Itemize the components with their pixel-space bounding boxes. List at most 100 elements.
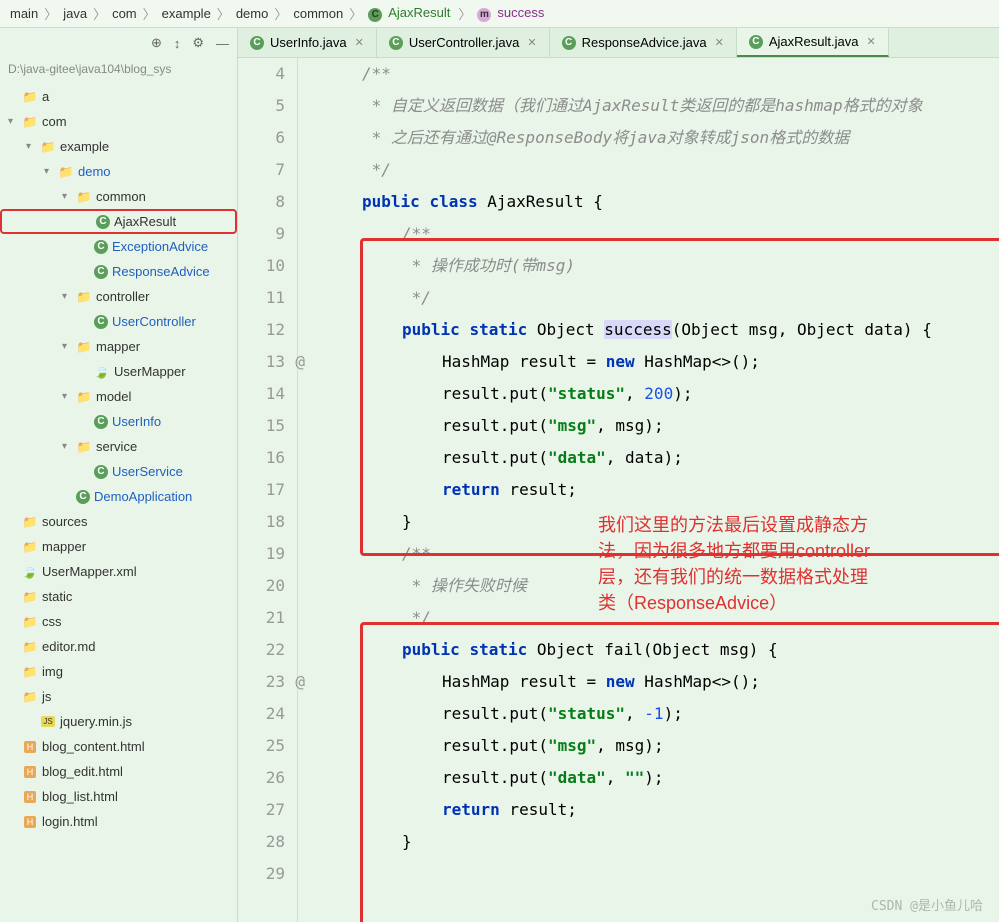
tree-label: blog_list.html <box>42 789 118 804</box>
tree-item-demo[interactable]: ▾demo <box>0 159 237 184</box>
tree-item-usermapper-xml[interactable]: UserMapper.xml <box>0 559 237 584</box>
tree-label: UserMapper.xml <box>42 564 137 579</box>
line-number: 5 <box>238 90 285 122</box>
chevron-icon[interactable]: ▾ <box>62 191 76 202</box>
code-editor[interactable]: 45678910111213@14151617181920212223@2425… <box>238 58 999 922</box>
breadcrumb-item[interactable]: demo <box>234 6 271 21</box>
tree-label: ResponseAdvice <box>112 264 210 279</box>
line-number: 6 <box>238 122 285 154</box>
tree-item-ajaxresult[interactable]: AjaxResult <box>0 209 237 234</box>
target-icon[interactable]: ⊕ <box>151 35 162 51</box>
close-icon[interactable]: ✕ <box>527 36 536 49</box>
line-number: 16 <box>238 442 285 474</box>
tab-ajaxresult[interactable]: CAjaxResult.java✕ <box>737 28 889 57</box>
html-icon <box>22 764 38 780</box>
tree-item-userinfo[interactable]: UserInfo <box>0 409 237 434</box>
line-number: 9 <box>238 218 285 250</box>
tree-item-userservice[interactable]: UserService <box>0 459 237 484</box>
tree-item-static[interactable]: static <box>0 584 237 609</box>
chevron-icon[interactable]: ▾ <box>62 391 76 402</box>
tree-item-common[interactable]: ▾common <box>0 184 237 209</box>
tree-label: UserMapper <box>114 364 186 379</box>
breadcrumb-method[interactable]: msuccess <box>475 5 548 22</box>
tree-item-css[interactable]: css <box>0 609 237 634</box>
tree-item-usermapper[interactable]: UserMapper <box>0 359 237 384</box>
line-number: 25 <box>238 730 285 762</box>
close-icon[interactable]: ✕ <box>715 36 724 49</box>
breadcrumb-class[interactable]: CAjaxResult <box>366 5 454 22</box>
class-icon <box>94 240 108 254</box>
chevron-icon[interactable]: ▾ <box>62 291 76 302</box>
tree-item-service[interactable]: ▾service <box>0 434 237 459</box>
tree-item-mapper[interactable]: mapper <box>0 534 237 559</box>
tree-item-controller[interactable]: ▾controller <box>0 284 237 309</box>
tree-item-model[interactable]: ▾model <box>0 384 237 409</box>
breadcrumb-item[interactable]: com <box>110 6 139 21</box>
tree-item-responseadvice[interactable]: ResponseAdvice <box>0 259 237 284</box>
tree-item-demoapplication[interactable]: DemoApplication <box>0 484 237 509</box>
bean-icon <box>22 564 38 580</box>
close-icon[interactable]: ✕ <box>866 35 875 48</box>
sort-icon[interactable]: ↕ <box>174 36 181 51</box>
tab-userinfo[interactable]: CUserInfo.java✕ <box>238 28 377 57</box>
class-icon: C <box>562 36 576 50</box>
breadcrumb-item[interactable]: common <box>291 6 345 21</box>
tree-label: blog_content.html <box>42 739 145 754</box>
tree-item-com[interactable]: ▾com <box>0 109 237 134</box>
code-content[interactable]: /** * 自定义返回数据（我们通过AjaxResult类返回的都是hashma… <box>298 58 999 922</box>
tree-item-example[interactable]: ▾example <box>0 134 237 159</box>
tree-item-jquery-min-js[interactable]: jquery.min.js <box>0 709 237 734</box>
html-icon <box>22 814 38 830</box>
folder-icon <box>76 339 92 355</box>
folder-icon <box>76 389 92 405</box>
folder-icon <box>22 589 38 605</box>
tree-label: sources <box>42 514 88 529</box>
tree-label: UserService <box>112 464 183 479</box>
chevron-icon[interactable]: ▾ <box>44 166 58 177</box>
line-number: 11 <box>238 282 285 314</box>
line-number: 28 <box>238 826 285 858</box>
tree-item-usercontroller[interactable]: UserController <box>0 309 237 334</box>
tree-label: static <box>42 589 72 604</box>
tree-item-login-html[interactable]: login.html <box>0 809 237 834</box>
tree-item-sources[interactable]: sources <box>0 509 237 534</box>
tree-label: css <box>42 614 62 629</box>
breadcrumb-item[interactable]: main <box>8 6 40 21</box>
chevron-icon[interactable]: ▾ <box>8 116 22 127</box>
tree-label: mapper <box>96 339 140 354</box>
tree-item-editor-md[interactable]: editor.md <box>0 634 237 659</box>
chevron-icon[interactable]: ▾ <box>62 441 76 452</box>
collapse-icon[interactable]: — <box>216 36 229 51</box>
settings-icon[interactable]: ⚙ <box>192 35 204 51</box>
tab-usercontroller[interactable]: CUserController.java✕ <box>377 28 550 57</box>
tree-label: editor.md <box>42 639 95 654</box>
breadcrumb-item[interactable]: example <box>160 6 213 21</box>
line-number: 14 <box>238 378 285 410</box>
chevron-icon[interactable]: ▾ <box>62 341 76 352</box>
chevron-icon[interactable]: ▾ <box>26 141 40 152</box>
tree-item-blog-list-html[interactable]: blog_list.html <box>0 784 237 809</box>
line-number: 22 <box>238 634 285 666</box>
tree-item-a[interactable]: a <box>0 84 237 109</box>
sidebar-toolbar: ⊕ ↕ ⚙ — <box>0 28 237 58</box>
line-number: 24 <box>238 698 285 730</box>
class-icon <box>96 215 110 229</box>
tree-item-exceptionadvice[interactable]: ExceptionAdvice <box>0 234 237 259</box>
tree-item-js[interactable]: js <box>0 684 237 709</box>
close-icon[interactable]: ✕ <box>355 36 364 49</box>
editor-area: CUserInfo.java✕CUserController.java✕CRes… <box>238 28 999 922</box>
js-icon <box>40 714 56 730</box>
class-icon <box>94 315 108 329</box>
folder-icon <box>22 639 38 655</box>
tree-item-blog-content-html[interactable]: blog_content.html <box>0 734 237 759</box>
tree-item-img[interactable]: img <box>0 659 237 684</box>
tab-responseadvice[interactable]: CResponseAdvice.java✕ <box>550 28 737 57</box>
line-number: 8 <box>238 186 285 218</box>
folder-icon <box>22 89 38 105</box>
tree-item-blog-edit-html[interactable]: blog_edit.html <box>0 759 237 784</box>
breadcrumb-sep: 〉 <box>89 4 110 23</box>
breadcrumb-sep: 〉 <box>213 4 234 23</box>
breadcrumb-item[interactable]: java <box>61 6 89 21</box>
tree-item-mapper[interactable]: ▾ mapper <box>0 334 237 359</box>
class-icon: C <box>250 36 264 50</box>
